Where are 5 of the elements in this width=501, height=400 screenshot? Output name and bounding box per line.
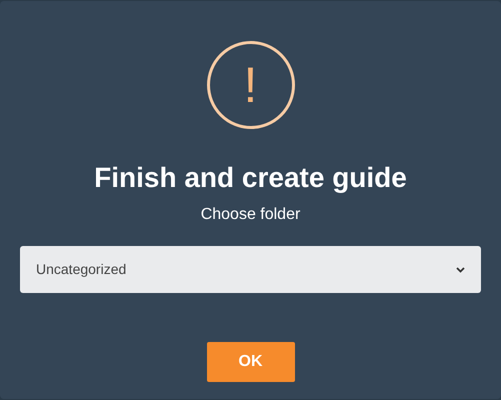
dialog-title: Finish and create guide	[94, 161, 407, 195]
chevron-down-icon	[456, 266, 465, 272]
warning-icon: !	[206, 41, 294, 129]
dialog-subtitle: Choose folder	[200, 205, 300, 225]
folder-select[interactable]: Uncategorized	[20, 246, 481, 293]
